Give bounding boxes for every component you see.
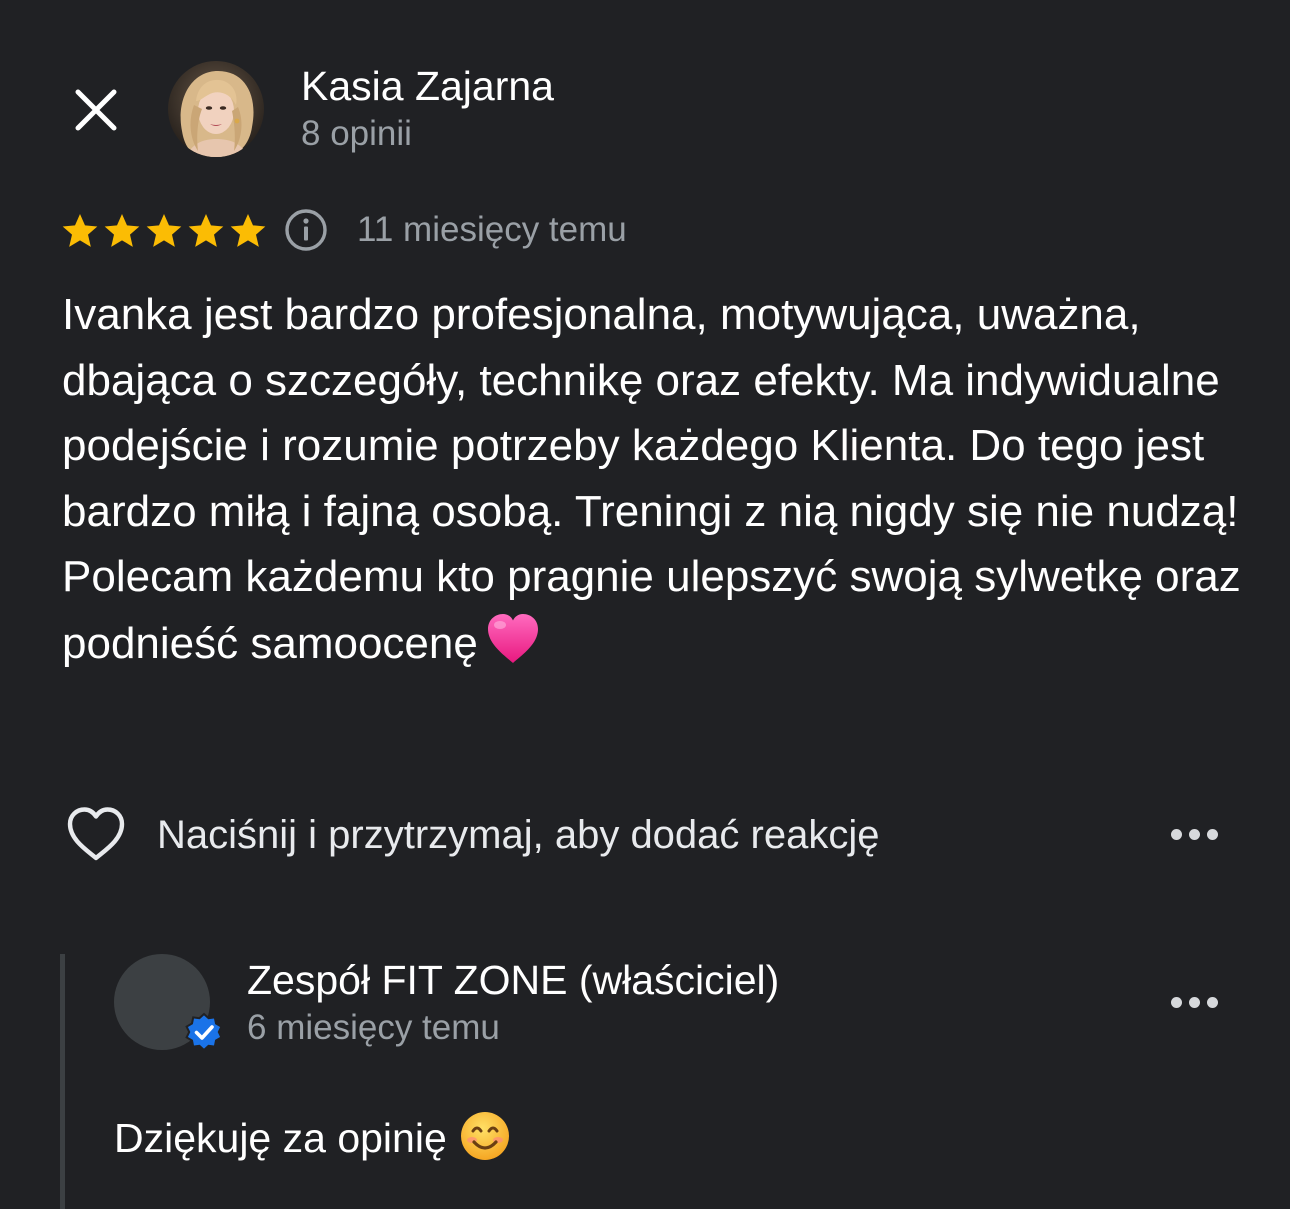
smiling-face-icon — [460, 1112, 509, 1160]
star-icon — [230, 214, 266, 247]
reply-indent-bar — [60, 954, 65, 1209]
owner-reply-time: 6 miesięcy temu — [247, 1008, 500, 1047]
review-text: Ivanka jest bardzo profesjonalna, motywu… — [62, 282, 1242, 677]
pink-heart-icon — [487, 613, 538, 663]
star-rating — [60, 208, 268, 254]
author-review-count: 8 opinii — [301, 114, 412, 153]
owner-reply-text: Dziękuję za opinię — [114, 1110, 511, 1166]
avatar-photo — [168, 61, 264, 157]
reply-more-options-button[interactable] — [1163, 982, 1225, 1022]
verified-check-icon — [185, 1012, 223, 1052]
star-icon — [146, 214, 182, 247]
author-avatar[interactable] — [168, 61, 264, 157]
star-icon — [104, 214, 140, 247]
more-options-button[interactable] — [1163, 814, 1225, 854]
more-horizontal-icon — [1170, 996, 1182, 1008]
review-time: 11 miesięcy temu — [357, 210, 627, 249]
more-horizontal-icon — [1170, 828, 1182, 840]
info-icon[interactable] — [283, 207, 329, 253]
close-button[interactable] — [64, 78, 128, 142]
close-icon — [75, 89, 117, 131]
heart-outline-icon[interactable] — [62, 802, 130, 866]
star-icon — [188, 214, 224, 247]
author-name[interactable]: Kasia Zajarna — [301, 62, 554, 110]
review-text-content: Ivanka jest bardzo profesjonalna, motywu… — [62, 290, 1241, 668]
owner-name: Zespół FIT ZONE (właściciel) — [247, 957, 780, 1003]
reaction-hint[interactable]: Naciśnij i przytrzymaj, aby dodać reakcj… — [157, 811, 879, 859]
star-icon — [62, 214, 98, 247]
owner-reply-text-content: Dziękuję za opinię — [114, 1115, 447, 1161]
